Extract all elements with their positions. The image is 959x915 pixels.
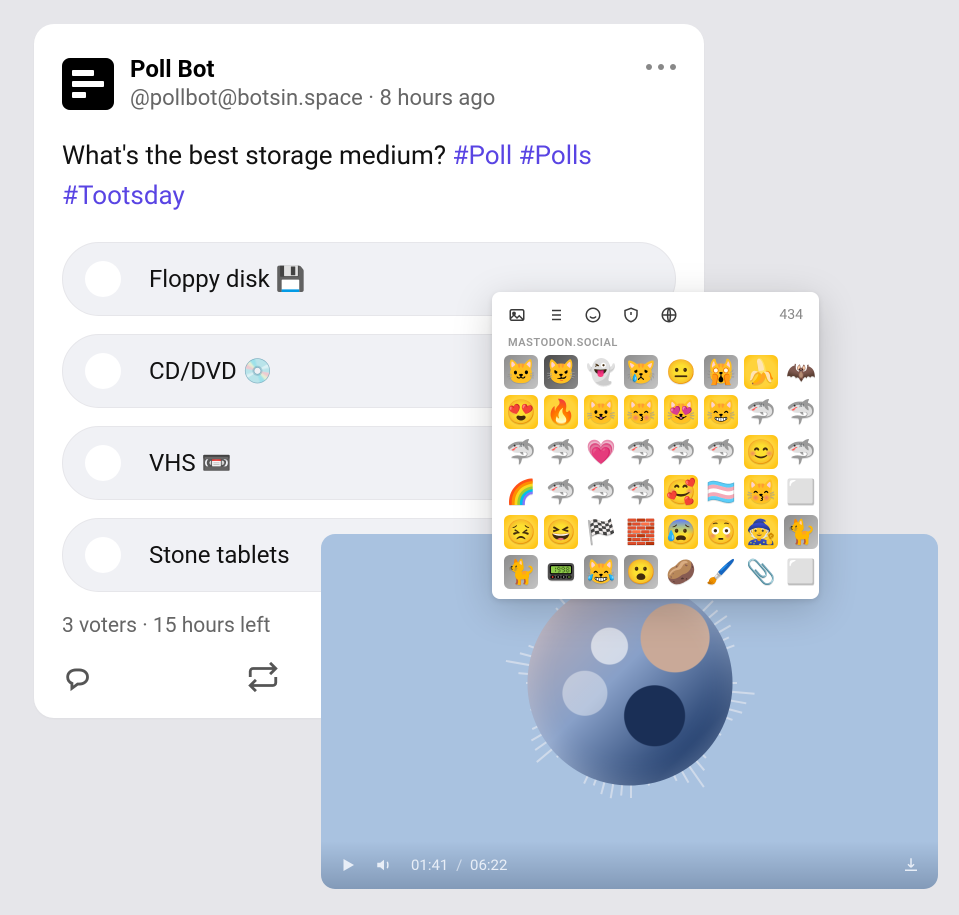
- reply-icon[interactable]: [62, 660, 96, 694]
- emoji-cell[interactable]: 🌈: [504, 475, 538, 509]
- radio-indicator: [85, 445, 121, 481]
- emoji-cell[interactable]: 🏁: [584, 515, 618, 549]
- play-button[interactable]: [339, 856, 357, 874]
- download-button[interactable]: [902, 856, 920, 874]
- emoji-cell[interactable]: 🦈: [704, 435, 738, 469]
- emoji-cell[interactable]: 🙀: [704, 355, 738, 389]
- emoji-cell[interactable]: 😺: [584, 395, 618, 429]
- radio-indicator: [85, 537, 121, 573]
- emoji-cell[interactable]: 📟: [544, 555, 578, 589]
- poll-meta: @pollbot@botsin.space · 8 hours ago: [130, 85, 495, 114]
- emoji-cell[interactable]: ⬜: [784, 475, 818, 509]
- emoji-cell[interactable]: 🦈: [544, 435, 578, 469]
- emoji-cell[interactable]: 😣: [504, 515, 538, 549]
- poll-option-label: CD/DVD 💿: [149, 357, 273, 385]
- char-count: 434: [779, 307, 803, 323]
- volume-button[interactable]: [375, 856, 393, 874]
- emoji-cell[interactable]: 📎: [744, 555, 778, 589]
- emoji-picker-panel: 434 MASTODON.SOCIAL 🐱😼👻😿😐🙀🍌🦇😍🔥😺😽😻😸🦈🦈🦈🦈💗🦈…: [492, 292, 819, 599]
- emoji-cell[interactable]: 🦇: [784, 355, 818, 389]
- poll-author-name[interactable]: Poll Bot: [130, 54, 495, 85]
- audio-controls-bar: 01:41 / 06:22: [321, 841, 938, 889]
- emoji-cell[interactable]: 🐈: [504, 555, 538, 589]
- emoji-cell[interactable]: 🦈: [544, 475, 578, 509]
- boost-icon[interactable]: [246, 660, 280, 694]
- hashtag-polls[interactable]: #Polls: [519, 141, 592, 171]
- emoji-cell[interactable]: 🦈: [784, 395, 818, 429]
- emoji-cell[interactable]: 😽: [744, 475, 778, 509]
- emoji-cell[interactable]: 🦈: [504, 435, 538, 469]
- hashtag-tootsday[interactable]: #Tootsday: [62, 181, 185, 211]
- emoji-cell[interactable]: 🐱: [504, 355, 538, 389]
- poll-bot-avatar[interactable]: [62, 58, 114, 110]
- poll-body-text: What's the best storage medium? #Poll #P…: [62, 136, 676, 217]
- audio-time-display: 01:41 / 06:22: [411, 856, 507, 874]
- emoji-cell[interactable]: 😮: [624, 555, 658, 589]
- emoji-cell[interactable]: 😰: [664, 515, 698, 549]
- radio-indicator: [85, 261, 121, 297]
- media-tab-icon[interactable]: [508, 306, 526, 324]
- emoji-cell[interactable]: 🐈: [784, 515, 818, 549]
- globe-tab-icon[interactable]: [660, 306, 678, 324]
- poll-option-label: VHS 📼: [149, 449, 232, 477]
- emoji-server-label: MASTODON.SOCIAL: [508, 336, 807, 349]
- emoji-cell[interactable]: 🔥: [544, 395, 578, 429]
- emoji-cell[interactable]: 🦈: [624, 435, 658, 469]
- emoji-cell[interactable]: 🥔: [664, 555, 698, 589]
- audio-current-time: 01:41: [411, 856, 448, 874]
- poll-author-block: Poll Bot @pollbot@botsin.space · 8 hours…: [130, 54, 495, 114]
- hashtag-poll[interactable]: #Poll: [452, 141, 512, 171]
- emoji-grid: 🐱😼👻😿😐🙀🍌🦇😍🔥😺😽😻😸🦈🦈🦈🦈💗🦈🦈🦈😊🦈🌈🦈🦈🦈🥰🏳️‍⚧️😽⬜😣😆🏁🧱…: [504, 355, 807, 589]
- audio-album-art[interactable]: [527, 581, 732, 786]
- emoji-cell[interactable]: 😳: [704, 515, 738, 549]
- list-tab-icon[interactable]: [546, 306, 564, 324]
- poll-option-label: Floppy disk 💾: [149, 265, 306, 293]
- emoji-cell[interactable]: 😸: [704, 395, 738, 429]
- emoji-cell[interactable]: 😼: [544, 355, 578, 389]
- radio-indicator: [85, 353, 121, 389]
- emoji-cell[interactable]: 🦈: [624, 475, 658, 509]
- emoji-cell[interactable]: 😹: [584, 555, 618, 589]
- emoji-cell[interactable]: 🦈: [584, 475, 618, 509]
- poll-header: Poll Bot @pollbot@botsin.space · 8 hours…: [62, 54, 676, 114]
- poll-voters: 3 voters: [62, 614, 137, 638]
- emoji-cell[interactable]: 😊: [744, 435, 778, 469]
- poll-timestamp: 8 hours ago: [380, 86, 496, 111]
- emoji-cell[interactable]: 🦈: [784, 435, 818, 469]
- emoji-cell[interactable]: 😍: [504, 395, 538, 429]
- more-options-button[interactable]: [646, 64, 676, 70]
- emoji-cell[interactable]: 🏳️‍⚧️: [704, 475, 738, 509]
- emoji-tab-bar: 434: [504, 304, 807, 334]
- poll-question-text: What's the best storage medium?: [62, 141, 452, 171]
- audio-total-time: 06:22: [470, 856, 507, 874]
- emoji-cell[interactable]: 🦈: [744, 395, 778, 429]
- emoji-cell[interactable]: 😐: [664, 355, 698, 389]
- emoji-cell[interactable]: ⬜: [784, 555, 818, 589]
- emoji-cell[interactable]: 🦈: [664, 435, 698, 469]
- poll-time-left: 15 hours left: [153, 614, 271, 638]
- emoji-cell[interactable]: 🥰: [664, 475, 698, 509]
- emoji-cell[interactable]: 🧙: [744, 515, 778, 549]
- emoji-cell[interactable]: 😿: [624, 355, 658, 389]
- emoji-cell[interactable]: 🧱: [624, 515, 658, 549]
- emoji-cell[interactable]: 😽: [624, 395, 658, 429]
- smiley-tab-icon[interactable]: [584, 306, 602, 324]
- emoji-cell[interactable]: 🖌️: [704, 555, 738, 589]
- poll-option-label: Stone tablets: [149, 541, 290, 569]
- emoji-cell[interactable]: 😆: [544, 515, 578, 549]
- emoji-cell[interactable]: 😻: [664, 395, 698, 429]
- cw-tab-icon[interactable]: [622, 306, 640, 324]
- emoji-cell[interactable]: 🍌: [744, 355, 778, 389]
- emoji-cell[interactable]: 👻: [584, 355, 618, 389]
- poll-handle[interactable]: @pollbot@botsin.space: [130, 86, 363, 111]
- emoji-cell[interactable]: 💗: [584, 435, 618, 469]
